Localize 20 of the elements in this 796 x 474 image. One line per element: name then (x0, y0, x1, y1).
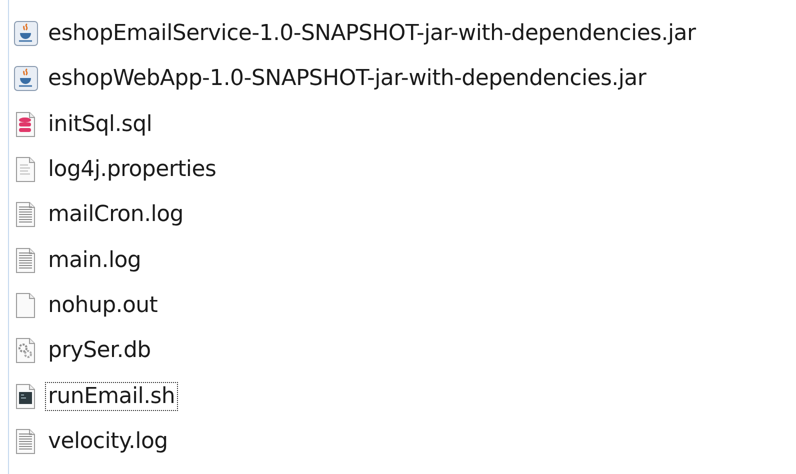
java-cup-icon (14, 20, 38, 48)
text-file-icon (14, 201, 38, 228)
file-name[interactable]: initSql.sql (45, 110, 156, 139)
text-file-icon (14, 246, 38, 274)
database-icon (14, 110, 38, 138)
file-name[interactable]: mailCron.log (45, 200, 186, 230)
file-name[interactable]: runEmail.sh (45, 382, 178, 411)
java-cup-icon (14, 65, 38, 92)
file-name[interactable]: log4j.properties (45, 155, 220, 184)
text-file-icon (14, 428, 38, 455)
file-name[interactable]: eshopEmailService-1.0-SNAPSHOT-jar-with-dependencies.jar (45, 19, 699, 48)
file-name[interactable]: velocity.log (45, 426, 171, 456)
file-name[interactable]: prySer.db (45, 336, 154, 366)
file-icon (14, 292, 38, 319)
terminal-file-icon (14, 382, 38, 410)
file-name[interactable]: eshopWebApp-1.0-SNAPSHOT-jar-with-dependencies.jar (45, 64, 650, 94)
gear-file-icon (14, 337, 38, 364)
file-name[interactable]: nohup.out (45, 290, 161, 320)
file-name[interactable]: main.log (45, 246, 144, 275)
text-file-icon (14, 156, 38, 184)
